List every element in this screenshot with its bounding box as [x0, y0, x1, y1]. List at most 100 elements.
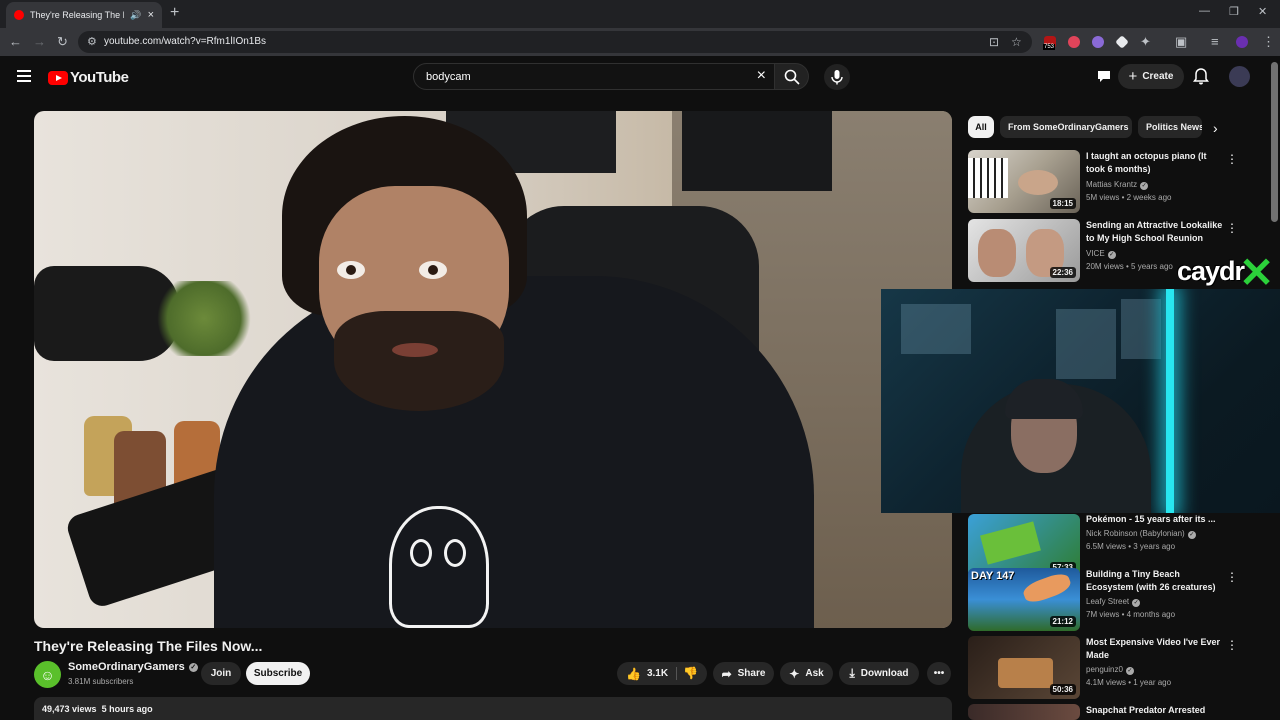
channel-text: Mattias Krantz: [1086, 180, 1138, 189]
recommendation-title[interactable]: I taught an octopus piano (It took 6 mon…: [1086, 150, 1224, 176]
more-vert-icon[interactable]: ⋮: [1226, 638, 1238, 652]
channel-text: penguinz0: [1086, 665, 1123, 674]
hamburger-menu-icon[interactable]: [17, 70, 31, 85]
overlay-logo: caydr ✕: [1177, 252, 1275, 294]
subscribe-button[interactable]: Subscribe: [246, 662, 310, 685]
chevron-right-icon[interactable]: ›: [1213, 120, 1218, 136]
join-button[interactable]: Join: [201, 662, 241, 685]
cam-poster-shape: [1056, 309, 1116, 379]
new-tab-button[interactable]: +: [170, 4, 179, 22]
recommendation-channel: penguinz0 ✓: [1086, 665, 1134, 675]
extensions-puzzle-icon[interactable]: ✦: [1140, 34, 1151, 50]
share-label: Share: [737, 668, 766, 679]
thumbnail[interactable]: 22:36: [968, 219, 1080, 282]
clear-search-icon[interactable]: ×: [757, 67, 766, 85]
recommendation-meta: 5M views • 2 weeks ago: [1086, 193, 1172, 202]
bookmark-star-icon[interactable]: ☆: [1011, 35, 1022, 49]
search-button[interactable]: [775, 63, 809, 90]
video-mouth-shape: [392, 343, 438, 357]
chat-sparkle-icon[interactable]: [1096, 68, 1112, 84]
search-query[interactable]: bodycam: [426, 71, 471, 83]
thumbnail[interactable]: [968, 704, 1080, 720]
close-window-icon[interactable]: ✕: [1258, 5, 1267, 18]
thumbnail[interactable]: 50:36: [968, 636, 1080, 699]
recommendation-item[interactable]: 18:15 I taught an octopus piano (It took…: [968, 150, 1248, 214]
back-icon[interactable]: ←: [9, 34, 22, 49]
address-bar[interactable]: ⚙ youtube.com/watch?v=Rfm1lIOn1Bs ⊡ ☆: [78, 31, 1032, 53]
video-monitor-shape: [682, 111, 832, 191]
more-vert-icon[interactable]: ⋮: [1226, 152, 1238, 166]
site-info-icon[interactable]: ⚙: [87, 35, 97, 48]
recommendation-item[interactable]: DAY 147 21:12 Building a Tiny Beach Ecos…: [968, 568, 1248, 632]
download-button[interactable]: ⤓ Download: [839, 662, 919, 685]
install-icon[interactable]: ⊡: [989, 35, 999, 49]
channel-name-row[interactable]: SomeOrdinaryGamers ✓: [68, 661, 198, 673]
speaker-icon[interactable]: 🔊: [130, 10, 141, 21]
recommendation-title[interactable]: Building a Tiny Beach Ecosystem (with 26…: [1086, 568, 1224, 594]
share-button[interactable]: ➦ Share: [713, 662, 774, 685]
reload-icon[interactable]: ↻: [57, 34, 68, 50]
chip-all[interactable]: All: [968, 116, 994, 138]
reading-list-icon[interactable]: ≡: [1211, 34, 1219, 49]
recommendation-channel: Mattias Krantz ✓: [1086, 180, 1149, 190]
cam-light-strip: [1166, 289, 1174, 513]
close-tab-icon[interactable]: ×: [148, 9, 154, 21]
chip-politics-news[interactable]: Politics News: [1138, 116, 1202, 138]
split-view-icon[interactable]: ▣: [1175, 34, 1187, 50]
recommendation-item[interactable]: 50:36 Most Expensive Video I've Ever Mad…: [968, 636, 1248, 700]
minimize-icon[interactable]: —: [1199, 5, 1210, 17]
overlay-logo-text: caydr: [1177, 256, 1245, 286]
more-vert-icon[interactable]: ⋮: [1226, 570, 1238, 584]
thumbnail-day-text: DAY 147: [971, 570, 1015, 582]
extension-diamond-icon[interactable]: [1115, 35, 1129, 49]
thumbnail-face: [978, 229, 1016, 277]
upload-age: 5 hours ago: [101, 704, 153, 714]
recommendation-title[interactable]: Most Expensive Video I've Ever Made: [1086, 636, 1224, 662]
restore-icon[interactable]: ❐: [1229, 5, 1239, 18]
profile-icon[interactable]: [1236, 36, 1248, 48]
thumbs-down-icon[interactable]: 👎: [683, 666, 698, 680]
channel-text: Nick Robinson (Babylonian): [1086, 529, 1185, 538]
browser-tab[interactable]: They're Releasing The Files 🔊 ×: [6, 2, 162, 28]
like-count[interactable]: 3.1K: [647, 668, 668, 679]
recommendation-title[interactable]: Sending an Attractive Lookalike to My Hi…: [1086, 219, 1224, 245]
like-divider: [676, 667, 677, 680]
page-scrollbar[interactable]: [1271, 62, 1278, 222]
verified-check-icon: ✓: [1140, 182, 1149, 190]
more-vert-icon[interactable]: ⋮: [1226, 221, 1238, 235]
cam-poster-shape: [1121, 299, 1161, 359]
thumbs-up-icon[interactable]: 👍: [626, 667, 641, 681]
recommendation-title[interactable]: Pokémon - 15 years after its ...: [1086, 513, 1224, 526]
create-button[interactable]: + Create: [1118, 64, 1184, 89]
video-eye-shape: [337, 261, 365, 279]
notifications-bell-icon[interactable]: [1193, 68, 1209, 85]
browser-tab-bar: They're Releasing The Files 🔊 × + — ❐ ✕: [0, 0, 1280, 28]
chip-from-channel[interactable]: From SomeOrdinaryGamers: [1000, 116, 1132, 138]
forward-icon[interactable]: →: [33, 34, 46, 49]
recommendation-item[interactable]: Snapchat Predator Arrested: [968, 704, 1248, 720]
browser-menu-icon[interactable]: ⋮: [1262, 34, 1275, 50]
thumbnail-box: [998, 658, 1053, 688]
verified-check-icon: ✓: [1187, 531, 1196, 539]
download-label: Download: [860, 668, 909, 679]
voice-search-button[interactable]: [824, 64, 850, 90]
recommendation-title[interactable]: Snapchat Predator Arrested: [1086, 704, 1224, 717]
url-text[interactable]: youtube.com/watch?v=Rfm1lIOn1Bs: [104, 36, 266, 47]
youtube-logo[interactable]: YouTube: [48, 69, 129, 86]
extension-purple-icon[interactable]: [1092, 36, 1104, 48]
ask-button[interactable]: ✦ Ask: [780, 662, 833, 685]
overlay-x-icon: ✕: [1239, 249, 1275, 296]
channel-avatar[interactable]: ☺: [34, 661, 61, 688]
more-actions-button[interactable]: •••: [927, 662, 951, 685]
subscriber-count: 3.81M subscribers: [68, 677, 134, 686]
extension-pink-icon[interactable]: [1068, 36, 1080, 48]
description-box[interactable]: 49,473 views 5 hours ago: [34, 697, 952, 720]
tab-title: They're Releasing The Files: [30, 10, 124, 20]
youtube-play-icon: [48, 70, 68, 85]
search-input[interactable]: bodycam ×: [413, 63, 775, 90]
account-avatar[interactable]: [1229, 66, 1250, 87]
channel-name[interactable]: SomeOrdinaryGamers: [68, 661, 185, 673]
thumbnail[interactable]: 18:15: [968, 150, 1080, 213]
video-player[interactable]: [34, 111, 952, 628]
thumbnail[interactable]: DAY 147 21:12: [968, 568, 1080, 631]
